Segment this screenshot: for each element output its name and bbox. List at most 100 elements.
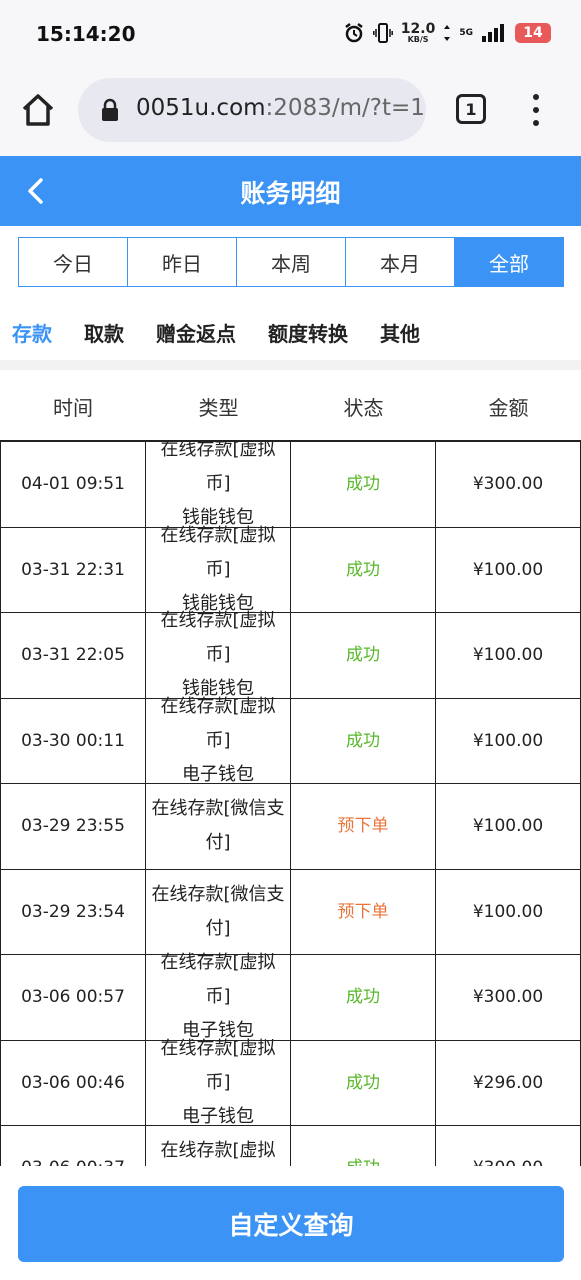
cell-type: 在线存款[虚拟币] 电子钱包 [146, 952, 291, 1041]
cell-time: 03-31 22:05 [0, 613, 146, 698]
status-icons: 12.0 KB/S 5G 14 [343, 22, 551, 44]
vibrate-icon [372, 23, 393, 43]
date-filter-all[interactable]: 全部 [455, 238, 563, 286]
network-type: 5G [459, 28, 473, 38]
tab-transfer[interactable]: 额度转换 [268, 318, 348, 347]
cell-type: 在线存款[虚拟币] [146, 1126, 291, 1166]
cell-status: 成功 [291, 1126, 436, 1166]
cell-amount: ¥296.00 [436, 1040, 581, 1125]
cell-type: 在线存款[虚拟币] 钱能钱包 [146, 442, 291, 528]
bottom-bar: 自定义查询 [0, 1166, 581, 1280]
cell-time: 03-06 00:57 [0, 955, 146, 1040]
battery-icon: 14 [515, 23, 551, 43]
status-bar: 15:14:20 12.0 KB/S 5G 14 [0, 0, 581, 66]
overflow-menu-icon[interactable] [528, 94, 544, 126]
date-filter-week[interactable]: 本周 [237, 238, 346, 286]
url-path: :2083/m/?t=1 [265, 95, 425, 121]
data-arrows-icon [444, 25, 451, 41]
cell-status: 成功 [291, 527, 436, 612]
column-header-type: 类型 [198, 395, 239, 420]
table-row: 03-06 00:57 在线存款[虚拟币] 电子钱包 成功 ¥300.00 [0, 952, 581, 1041]
cell-amount: ¥100.00 [436, 869, 581, 954]
tab-bonus-rebate[interactable]: 赠金返点 [156, 318, 236, 347]
cell-type-text: 在线存款[微信支 付] [151, 792, 284, 860]
table-row: 03-06 00:37 在线存款[虚拟币] 成功¥300.00 [0, 1126, 581, 1166]
cell-amount: ¥300.00 [436, 955, 581, 1040]
table-row: 03-30 00:11 在线存款[虚拟币] 电子钱包 成功 ¥100.00 [0, 696, 581, 785]
tab-switcher-button[interactable]: 1 [456, 94, 486, 124]
tab-other[interactable]: 其他 [380, 318, 420, 347]
custom-query-button[interactable]: 自定义查询 [18, 1186, 564, 1262]
net-speed: 12.0 KB/S [400, 21, 436, 44]
cell-type-line1: 在线存款[虚拟币] [160, 1037, 276, 1093]
cell-amount: ¥300.00 [436, 1126, 581, 1166]
date-filter-month[interactable]: 本月 [346, 238, 455, 286]
cell-type: 在线存款[虚拟币] 电子钱包 [146, 1038, 291, 1127]
cell-type-text: 在线存款[虚拟币] 电子钱包 [148, 690, 288, 792]
column-header-amount: 金额 [488, 395, 529, 420]
cell-status: 成功 [291, 955, 436, 1040]
cell-type-line1: 在线存款[虚拟币] [160, 442, 276, 495]
table-row: 04-01 09:51 在线存款[虚拟币] 钱能钱包 成功 ¥300.00 [0, 442, 581, 528]
table-row: 03-31 22:31 在线存款[虚拟币] 钱能钱包 成功 ¥100.00 [0, 525, 581, 614]
cell-type: 在线存款[虚拟币] 钱能钱包 [146, 610, 291, 699]
cell-type: 在线存款[微信支 付] [146, 784, 291, 869]
cell-amount: ¥100.00 [436, 613, 581, 698]
cell-time: 03-06 00:37 [0, 1126, 146, 1166]
cell-type-line1: 在线存款[虚拟币] [160, 610, 276, 666]
cell-type-text: 在线存款[虚拟币] [148, 1134, 288, 1166]
cell-type-text: 在线存款[虚拟币] 电子钱包 [148, 1032, 288, 1134]
cell-time: 04-01 09:51 [0, 442, 146, 527]
table-header: 时间 类型 状态 金额 [0, 372, 581, 442]
category-tabs: 存款 取款 赠金返点 额度转换 其他 [12, 318, 452, 347]
cell-type-line2: 付] [205, 832, 231, 854]
home-icon[interactable] [20, 92, 56, 128]
status-time: 15:14:20 [36, 22, 136, 46]
table-row: 03-29 23:54 在线存款[微信支 付] 预下单 ¥100.00 [0, 869, 581, 955]
table-row: 03-06 00:46 在线存款[虚拟币] 电子钱包 成功 ¥296.00 [0, 1038, 581, 1127]
tab-deposit[interactable]: 存款 [12, 318, 52, 347]
cell-time: 03-29 23:54 [0, 869, 146, 954]
page-header: 账务明细 [0, 156, 581, 226]
date-filter-today[interactable]: 今日 [19, 238, 128, 286]
transactions-table: 04-01 09:51 在线存款[虚拟币] 钱能钱包 成功 ¥300.00 03-31 2… [0, 442, 581, 1166]
tab-withdraw[interactable]: 取款 [84, 318, 124, 347]
page-title: 账务明细 [240, 179, 341, 208]
cell-status: 成功 [291, 613, 436, 698]
cell-amount: ¥300.00 [436, 442, 581, 527]
cell-amount: ¥100.00 [436, 784, 581, 869]
cell-type: 在线存款[微信支 付] [146, 869, 291, 954]
cell-type-line1: 在线存款[虚拟币] [160, 1140, 276, 1162]
cell-time: 03-30 00:11 [0, 698, 146, 783]
browser-toolbar: 0051u.com:2083/m/?t=1 1 [0, 66, 581, 156]
cell-type-line1: 在线存款[虚拟币] [160, 952, 276, 1008]
alarm-icon [345, 23, 363, 43]
cell-status: 成功 [291, 442, 436, 527]
cell-status: 预下单 [291, 869, 436, 954]
table-row: 03-31 22:05 在线存款[虚拟币] 钱能钱包 成功 ¥100.00 [0, 610, 581, 699]
cell-status: 成功 [291, 1040, 436, 1125]
signal-icon [482, 24, 504, 42]
cell-time: 03-31 22:31 [0, 527, 146, 612]
section-divider [0, 360, 581, 370]
lock-icon [102, 98, 118, 121]
table-row: 03-29 23:55 在线存款[微信支 付] 预下单 ¥100.00 [0, 784, 581, 870]
address-bar[interactable]: 0051u.com:2083/m/?t=1 [78, 78, 426, 142]
url-host: 0051u.com [136, 95, 266, 121]
cell-time: 03-06 00:46 [0, 1040, 146, 1125]
column-header-time: 时间 [53, 395, 93, 420]
column-header-status: 状态 [343, 395, 384, 420]
cell-type-text: 在线存款[微信支 付] [151, 878, 284, 946]
cell-amount: ¥100.00 [436, 527, 581, 612]
cell-status: 成功 [291, 698, 436, 783]
date-filter-yesterday[interactable]: 昨日 [128, 238, 237, 286]
cell-type-line1: 在线存款[虚拟币] [160, 695, 276, 751]
cell-amount: ¥100.00 [436, 698, 581, 783]
cell-type-line1: 在线存款[微信支 [151, 883, 285, 905]
cell-type: 在线存款[虚拟币] 电子钱包 [146, 696, 291, 785]
cell-time: 03-29 23:55 [0, 784, 146, 869]
url-text: 0051u.com:2083/m/?t=1 [136, 95, 425, 121]
cell-status: 预下单 [291, 784, 436, 869]
cell-type: 在线存款[虚拟币] 钱能钱包 [146, 525, 291, 614]
cell-type-line1: 在线存款[微信支 [151, 798, 285, 820]
